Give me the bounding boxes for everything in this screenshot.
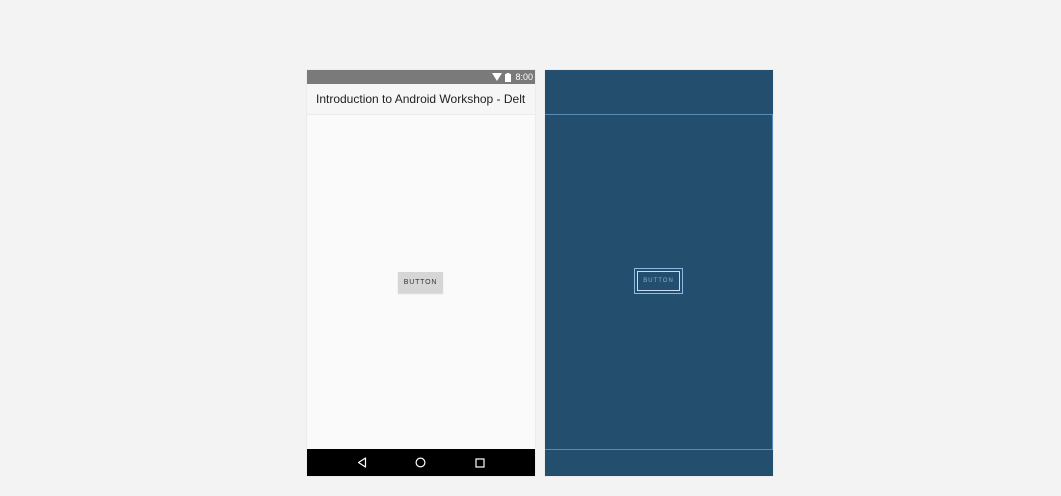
blueprint-content-area: BUTTON xyxy=(545,115,773,449)
battery-icon xyxy=(505,72,512,82)
wifi-icon xyxy=(492,73,503,81)
app-bar: Introduction to Android Workshop - Delt.… xyxy=(307,84,535,115)
app-title: Introduction to Android Workshop - Delt.… xyxy=(316,92,526,106)
navigation-bar xyxy=(307,449,535,476)
content-area: BUTTON xyxy=(307,115,535,449)
back-icon[interactable] xyxy=(350,451,374,475)
blueprint-navigation-bar xyxy=(545,449,773,476)
blueprint-app-bar xyxy=(545,70,773,115)
design-preview: 8:00 Introduction to Android Workshop - … xyxy=(307,70,535,476)
blueprint-preview: BUTTON xyxy=(545,70,773,476)
blueprint-button-label: BUTTON xyxy=(637,271,680,291)
recents-icon[interactable] xyxy=(468,451,492,475)
status-time: 8:00 xyxy=(515,72,533,82)
status-bar: 8:00 xyxy=(307,70,535,84)
home-icon[interactable] xyxy=(409,451,433,475)
button[interactable]: BUTTON xyxy=(398,272,443,293)
blueprint-button[interactable]: BUTTON xyxy=(634,268,683,294)
